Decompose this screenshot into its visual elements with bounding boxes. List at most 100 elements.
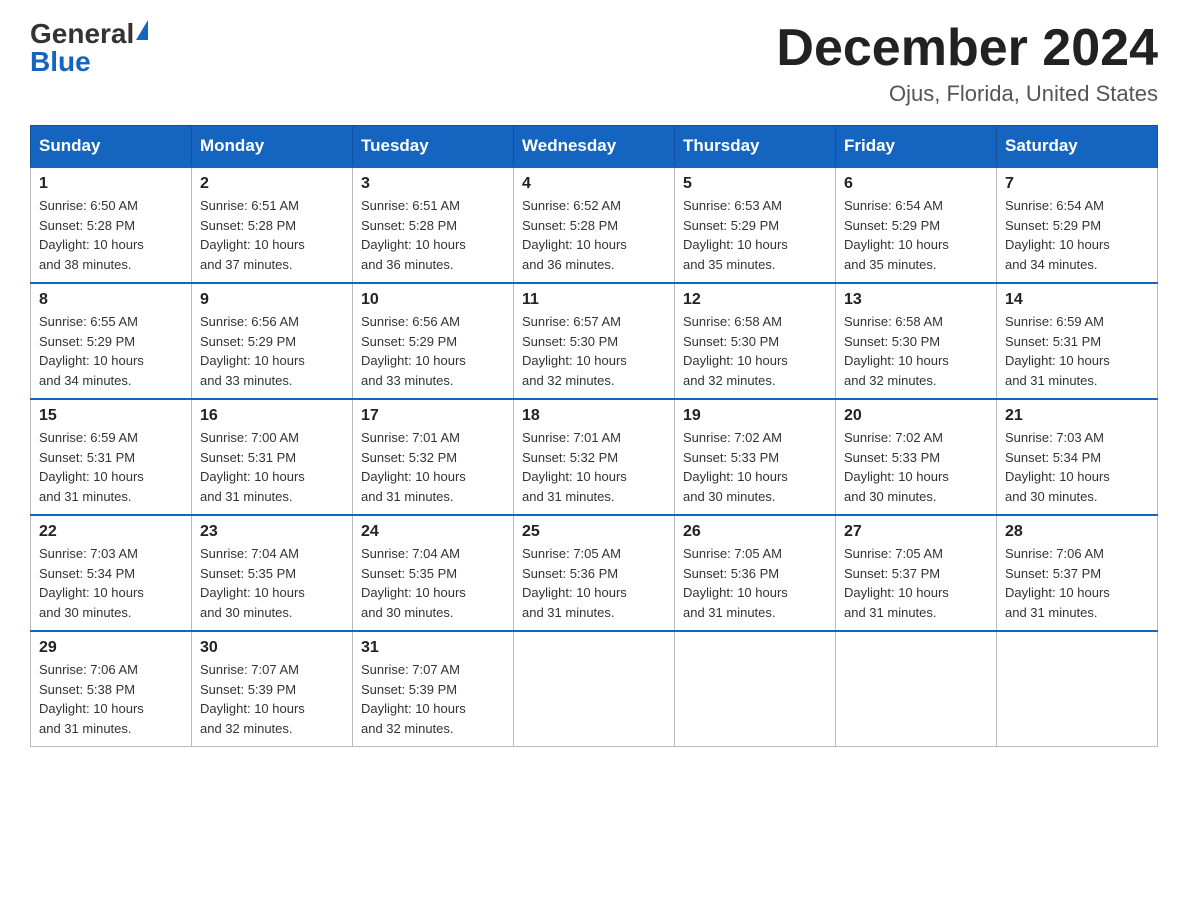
day-number: 8 (39, 291, 183, 309)
day-info: Sunrise: 6:55 AMSunset: 5:29 PMDaylight:… (39, 314, 144, 388)
day-number: 30 (200, 639, 344, 657)
calendar-cell: 25 Sunrise: 7:05 AMSunset: 5:36 PMDaylig… (514, 515, 675, 631)
calendar-cell: 9 Sunrise: 6:56 AMSunset: 5:29 PMDayligh… (192, 283, 353, 399)
day-number: 12 (683, 291, 827, 309)
calendar-cell (836, 631, 997, 747)
calendar-cell (514, 631, 675, 747)
day-number: 17 (361, 407, 505, 425)
day-number: 24 (361, 523, 505, 541)
day-info: Sunrise: 7:07 AMSunset: 5:39 PMDaylight:… (361, 662, 466, 736)
day-number: 13 (844, 291, 988, 309)
day-number: 29 (39, 639, 183, 657)
day-number: 15 (39, 407, 183, 425)
calendar-cell: 8 Sunrise: 6:55 AMSunset: 5:29 PMDayligh… (31, 283, 192, 399)
day-info: Sunrise: 7:02 AMSunset: 5:33 PMDaylight:… (683, 430, 788, 504)
day-number: 6 (844, 175, 988, 193)
calendar-cell (675, 631, 836, 747)
day-info: Sunrise: 6:58 AMSunset: 5:30 PMDaylight:… (683, 314, 788, 388)
day-info: Sunrise: 7:01 AMSunset: 5:32 PMDaylight:… (522, 430, 627, 504)
calendar-cell: 21 Sunrise: 7:03 AMSunset: 5:34 PMDaylig… (997, 399, 1158, 515)
calendar-cell: 30 Sunrise: 7:07 AMSunset: 5:39 PMDaylig… (192, 631, 353, 747)
col-header-sunday: Sunday (31, 126, 192, 168)
col-header-thursday: Thursday (675, 126, 836, 168)
day-number: 7 (1005, 175, 1149, 193)
day-number: 19 (683, 407, 827, 425)
calendar-cell: 16 Sunrise: 7:00 AMSunset: 5:31 PMDaylig… (192, 399, 353, 515)
week-row-3: 15 Sunrise: 6:59 AMSunset: 5:31 PMDaylig… (31, 399, 1158, 515)
day-info: Sunrise: 7:02 AMSunset: 5:33 PMDaylight:… (844, 430, 949, 504)
day-number: 10 (361, 291, 505, 309)
day-number: 25 (522, 523, 666, 541)
logo: General Blue (30, 20, 148, 76)
day-number: 5 (683, 175, 827, 193)
col-header-wednesday: Wednesday (514, 126, 675, 168)
month-year-title: December 2024 (776, 20, 1158, 77)
calendar-cell: 17 Sunrise: 7:01 AMSunset: 5:32 PMDaylig… (353, 399, 514, 515)
col-header-friday: Friday (836, 126, 997, 168)
day-info: Sunrise: 7:04 AMSunset: 5:35 PMDaylight:… (200, 546, 305, 620)
title-block: December 2024 Ojus, Florida, United Stat… (776, 20, 1158, 107)
day-info: Sunrise: 7:03 AMSunset: 5:34 PMDaylight:… (1005, 430, 1110, 504)
day-number: 16 (200, 407, 344, 425)
week-row-2: 8 Sunrise: 6:55 AMSunset: 5:29 PMDayligh… (31, 283, 1158, 399)
day-info: Sunrise: 6:56 AMSunset: 5:29 PMDaylight:… (200, 314, 305, 388)
day-info: Sunrise: 7:01 AMSunset: 5:32 PMDaylight:… (361, 430, 466, 504)
col-header-tuesday: Tuesday (353, 126, 514, 168)
day-info: Sunrise: 7:03 AMSunset: 5:34 PMDaylight:… (39, 546, 144, 620)
day-info: Sunrise: 6:59 AMSunset: 5:31 PMDaylight:… (39, 430, 144, 504)
logo-arrow-icon (136, 20, 148, 40)
col-header-monday: Monday (192, 126, 353, 168)
day-info: Sunrise: 6:51 AMSunset: 5:28 PMDaylight:… (200, 198, 305, 272)
calendar-cell: 14 Sunrise: 6:59 AMSunset: 5:31 PMDaylig… (997, 283, 1158, 399)
day-number: 21 (1005, 407, 1149, 425)
day-info: Sunrise: 6:58 AMSunset: 5:30 PMDaylight:… (844, 314, 949, 388)
day-info: Sunrise: 7:07 AMSunset: 5:39 PMDaylight:… (200, 662, 305, 736)
day-number: 2 (200, 175, 344, 193)
calendar-cell: 20 Sunrise: 7:02 AMSunset: 5:33 PMDaylig… (836, 399, 997, 515)
day-number: 28 (1005, 523, 1149, 541)
calendar-cell: 1 Sunrise: 6:50 AMSunset: 5:28 PMDayligh… (31, 167, 192, 283)
day-number: 23 (200, 523, 344, 541)
calendar-cell: 23 Sunrise: 7:04 AMSunset: 5:35 PMDaylig… (192, 515, 353, 631)
calendar-cell: 26 Sunrise: 7:05 AMSunset: 5:36 PMDaylig… (675, 515, 836, 631)
day-info: Sunrise: 6:54 AMSunset: 5:29 PMDaylight:… (844, 198, 949, 272)
day-number: 11 (522, 291, 666, 309)
col-header-saturday: Saturday (997, 126, 1158, 168)
week-row-1: 1 Sunrise: 6:50 AMSunset: 5:28 PMDayligh… (31, 167, 1158, 283)
day-info: Sunrise: 7:06 AMSunset: 5:37 PMDaylight:… (1005, 546, 1110, 620)
calendar-cell: 24 Sunrise: 7:04 AMSunset: 5:35 PMDaylig… (353, 515, 514, 631)
day-number: 26 (683, 523, 827, 541)
calendar-table: SundayMondayTuesdayWednesdayThursdayFrid… (30, 125, 1158, 747)
calendar-cell: 4 Sunrise: 6:52 AMSunset: 5:28 PMDayligh… (514, 167, 675, 283)
calendar-cell: 13 Sunrise: 6:58 AMSunset: 5:30 PMDaylig… (836, 283, 997, 399)
calendar-cell: 5 Sunrise: 6:53 AMSunset: 5:29 PMDayligh… (675, 167, 836, 283)
day-number: 14 (1005, 291, 1149, 309)
day-number: 22 (39, 523, 183, 541)
calendar-cell: 12 Sunrise: 6:58 AMSunset: 5:30 PMDaylig… (675, 283, 836, 399)
location-subtitle: Ojus, Florida, United States (776, 81, 1158, 107)
calendar-cell: 7 Sunrise: 6:54 AMSunset: 5:29 PMDayligh… (997, 167, 1158, 283)
calendar-cell: 31 Sunrise: 7:07 AMSunset: 5:39 PMDaylig… (353, 631, 514, 747)
calendar-cell: 10 Sunrise: 6:56 AMSunset: 5:29 PMDaylig… (353, 283, 514, 399)
calendar-cell: 29 Sunrise: 7:06 AMSunset: 5:38 PMDaylig… (31, 631, 192, 747)
calendar-cell: 11 Sunrise: 6:57 AMSunset: 5:30 PMDaylig… (514, 283, 675, 399)
day-info: Sunrise: 6:51 AMSunset: 5:28 PMDaylight:… (361, 198, 466, 272)
day-info: Sunrise: 6:57 AMSunset: 5:30 PMDaylight:… (522, 314, 627, 388)
day-info: Sunrise: 7:05 AMSunset: 5:37 PMDaylight:… (844, 546, 949, 620)
day-info: Sunrise: 6:50 AMSunset: 5:28 PMDaylight:… (39, 198, 144, 272)
calendar-header-row: SundayMondayTuesdayWednesdayThursdayFrid… (31, 126, 1158, 168)
day-number: 9 (200, 291, 344, 309)
day-info: Sunrise: 7:05 AMSunset: 5:36 PMDaylight:… (522, 546, 627, 620)
day-info: Sunrise: 6:53 AMSunset: 5:29 PMDaylight:… (683, 198, 788, 272)
calendar-cell: 19 Sunrise: 7:02 AMSunset: 5:33 PMDaylig… (675, 399, 836, 515)
week-row-5: 29 Sunrise: 7:06 AMSunset: 5:38 PMDaylig… (31, 631, 1158, 747)
week-row-4: 22 Sunrise: 7:03 AMSunset: 5:34 PMDaylig… (31, 515, 1158, 631)
day-number: 31 (361, 639, 505, 657)
day-info: Sunrise: 6:56 AMSunset: 5:29 PMDaylight:… (361, 314, 466, 388)
day-number: 4 (522, 175, 666, 193)
calendar-cell: 2 Sunrise: 6:51 AMSunset: 5:28 PMDayligh… (192, 167, 353, 283)
day-info: Sunrise: 6:54 AMSunset: 5:29 PMDaylight:… (1005, 198, 1110, 272)
day-number: 18 (522, 407, 666, 425)
day-number: 20 (844, 407, 988, 425)
day-number: 27 (844, 523, 988, 541)
